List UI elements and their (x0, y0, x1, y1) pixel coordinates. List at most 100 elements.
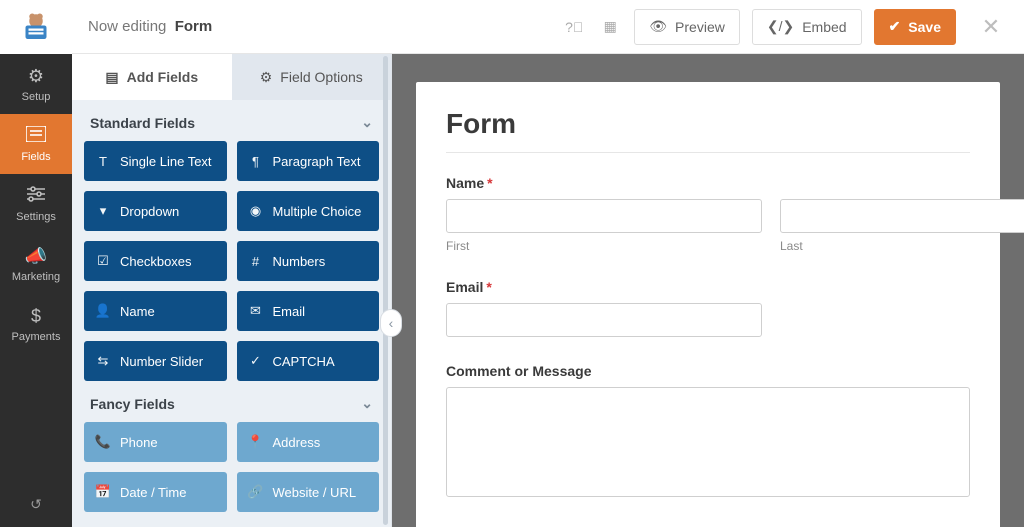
field-chip-number-slider[interactable]: ⇆ Number Slider (84, 341, 227, 381)
nav-history[interactable]: ↺ (0, 481, 72, 527)
preview-canvas-wrap: Form Name* First Last (392, 54, 1024, 527)
nav-fields[interactable]: Fields (0, 114, 72, 174)
field-chip-label: Website / URL (273, 485, 357, 500)
field-chip-phone[interactable]: 📞 Phone (84, 422, 227, 462)
nav-marketing[interactable]: 📣 Marketing (0, 234, 72, 294)
help-icon[interactable]: ?⃝ (562, 15, 586, 39)
field-chip-single-line-text[interactable]: T Single Line Text (84, 141, 227, 181)
email-input[interactable] (446, 303, 762, 337)
history-icon: ↺ (30, 496, 42, 513)
nav-setup[interactable]: ⚙ Setup (0, 54, 72, 114)
nav-label: Payments (12, 331, 61, 343)
first-name-input[interactable] (446, 199, 762, 233)
app-logo (0, 0, 72, 54)
sliders-icon: ⚙ (260, 69, 273, 86)
embed-button[interactable]: ❮/❯ Embed (752, 9, 862, 45)
email-icon: ✉ (249, 303, 263, 319)
preview-button[interactable]: 👁 Preview (634, 9, 740, 45)
wpforms-logo-icon (18, 9, 54, 45)
save-label: Save (908, 19, 941, 35)
multiple-choice-icon: ◉ (249, 203, 263, 219)
last-name-input[interactable] (780, 199, 1024, 233)
bullhorn-icon: 📣 (25, 246, 47, 267)
tab-field-options[interactable]: ⚙ Field Options (232, 54, 392, 100)
field-label: Name* (446, 175, 970, 191)
field-chip-website-url[interactable]: 🔗 Website / URL (237, 472, 380, 512)
group-title: Fancy Fields (90, 396, 175, 412)
field-chip-label: Dropdown (120, 204, 179, 219)
top-bar: Now editing Form ?⃝ ▦ 👁 Preview ❮/❯ Embe… (72, 0, 1024, 54)
close-icon[interactable]: ✕ (974, 14, 1008, 40)
form-name[interactable]: Form (175, 18, 213, 35)
field-chip-address[interactable]: 📍 Address (237, 422, 380, 462)
field-chip-label: Address (273, 435, 321, 450)
grid-icon: ▤ (105, 69, 118, 86)
field-chip-email[interactable]: ✉ Email (237, 291, 380, 331)
form-title[interactable]: Form (446, 108, 970, 140)
comment-textarea[interactable] (446, 387, 970, 497)
captcha-icon: ✓ (249, 353, 263, 369)
nav-label: Fields (21, 151, 50, 163)
field-chip-label: Email (273, 304, 306, 319)
chevron-down-icon[interactable]: ⌄ (361, 114, 373, 131)
required-mark: * (487, 175, 492, 191)
field-chip-label: Checkboxes (120, 254, 192, 269)
now-editing-prefix: Now editing (88, 18, 166, 35)
field-email[interactable]: Email* (446, 279, 970, 337)
main-area: Now editing Form ?⃝ ▦ 👁 Preview ❮/❯ Embe… (72, 0, 1024, 527)
field-chip-captcha[interactable]: ✓ CAPTCHA (237, 341, 380, 381)
collapse-panel-handle[interactable]: ‹ (380, 309, 402, 337)
nav-label: Marketing (12, 271, 60, 283)
website-url-icon: 🔗 (249, 484, 263, 500)
field-chip-paragraph-text[interactable]: ¶ Paragraph Text (237, 141, 380, 181)
label-text: Email (446, 279, 483, 295)
name-icon: 👤 (96, 303, 110, 319)
field-group-header[interactable]: Fancy Fields ⌄ (84, 381, 379, 422)
field-name[interactable]: Name* First Last (446, 175, 970, 253)
field-chip-label: Phone (120, 435, 158, 450)
field-chip-label: CAPTCHA (273, 354, 335, 369)
field-chip-label: Date / Time (120, 485, 186, 500)
field-chip-label: Number Slider (120, 354, 203, 369)
date-time-icon: 📅 (96, 484, 110, 500)
field-chip-checkboxes[interactable]: ☑ Checkboxes (84, 241, 227, 281)
left-nav: ⚙ Setup Fields Settings 📣 Marketing $ Pa… (0, 0, 72, 527)
field-chip-label: Name (120, 304, 155, 319)
save-button[interactable]: ✔ Save (874, 9, 956, 45)
dollar-icon: $ (31, 306, 41, 327)
field-chip-label: Single Line Text (120, 154, 212, 169)
field-chip-numbers[interactable]: #Numbers (237, 241, 380, 281)
tab-add-fields[interactable]: ▤ Add Fields (72, 54, 232, 100)
number-slider-icon: ⇆ (96, 353, 110, 369)
field-chip-multiple-choice[interactable]: ◉ Multiple Choice (237, 191, 380, 231)
field-label: Email* (446, 279, 970, 295)
sublabel-first: First (446, 239, 762, 253)
phone-icon: 📞 (96, 434, 110, 450)
eye-icon: 👁 (649, 18, 667, 35)
nav-settings[interactable]: Settings (0, 174, 72, 234)
single-line-text-icon: T (96, 154, 110, 169)
nav-payments[interactable]: $ Payments (0, 294, 72, 354)
paragraph-text-icon: ¶ (249, 154, 263, 169)
tab-label: Field Options (280, 69, 362, 85)
field-chip-name[interactable]: 👤 Name (84, 291, 227, 331)
field-group-header[interactable]: Standard Fields ⌄ (84, 100, 379, 141)
preview-label: Preview (675, 19, 725, 35)
now-editing: Now editing Form (88, 18, 212, 35)
fields-panel: ▤ Add Fields ⚙ Field Options Standard Fi… (72, 54, 392, 527)
required-mark: * (486, 279, 491, 295)
sublabel-last: Last (780, 239, 1024, 253)
address-icon: 📍 (249, 434, 263, 450)
field-chip-date-time[interactable]: 📅 Date / Time (84, 472, 227, 512)
field-chip-dropdown[interactable]: ▾Dropdown (84, 191, 227, 231)
checkboxes-icon: ☑ (96, 253, 110, 269)
field-chip-label: Multiple Choice (273, 204, 362, 219)
code-icon: ❮/❯ (767, 18, 794, 35)
form-preview[interactable]: Form Name* First Last (416, 82, 1000, 527)
field-comment[interactable]: Comment or Message (446, 363, 970, 500)
field-chip-label: Paragraph Text (273, 154, 361, 169)
apps-grid-icon[interactable]: ▦ (598, 15, 622, 39)
group-title: Standard Fields (90, 115, 195, 131)
chevron-down-icon[interactable]: ⌄ (361, 395, 373, 412)
tab-label: Add Fields (127, 69, 199, 85)
